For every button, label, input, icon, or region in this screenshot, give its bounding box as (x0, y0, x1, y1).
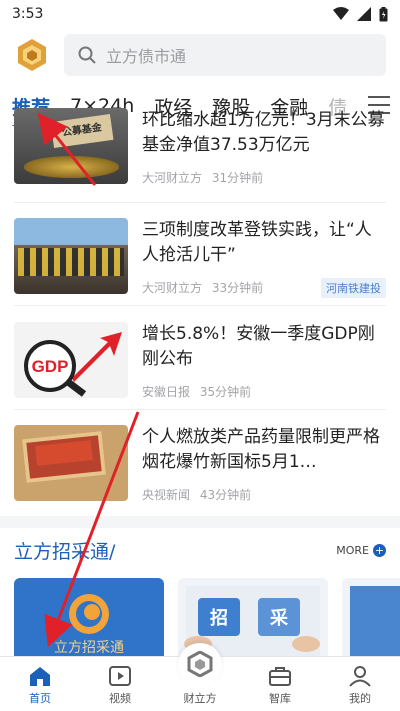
news-time: 43分钟前 (199, 488, 252, 502)
nav-think-tank[interactable]: 智库 (240, 657, 320, 711)
cailifang-bubble (178, 643, 222, 687)
more-button[interactable]: MORE + (336, 543, 386, 557)
app-screen: 3:53 立方债市通 推荐 7×24h 政经 豫股 金融 债 公募基金 (0, 0, 400, 711)
news-time: 35分钟前 (199, 385, 252, 399)
divider (14, 409, 386, 410)
news-title: 环比缩水超1万亿元！3月末公募基金净值37.53万亿元 (142, 110, 385, 155)
list-item[interactable]: 公募基金 环比缩水超1万亿元！3月末公募基金净值37.53万亿元 大河财立方 3… (14, 108, 386, 192)
search-input[interactable]: 立方债市通 (64, 34, 386, 76)
signal-icon (357, 7, 371, 21)
procurement-card[interactable]: 立方招采通 (14, 578, 164, 658)
procurement-logo-icon: 立方招采通 (22, 586, 156, 658)
procurement-card-label: 立方招采通 (54, 640, 124, 656)
plus-icon: + (373, 543, 386, 557)
news-meta: 安徽日报 35分钟前 (142, 383, 257, 400)
nav-home[interactable]: 首页 (0, 657, 80, 711)
divider (14, 305, 386, 306)
wifi-icon (333, 7, 349, 20)
app-logo-icon[interactable] (14, 37, 50, 73)
nav-think-tank-label: 智库 (269, 692, 291, 705)
fund-sign: 公募基金 (50, 113, 114, 149)
list-item[interactable]: 三项制度改革登铁实践，让“人人抢活儿干” 大河财立方 33分钟前 河南铁建投 (14, 218, 386, 302)
list-item[interactable]: 个人燃放类产品药量限制更严格 烟花爆竹新国标5月1… 央视新闻 43分钟前 (14, 425, 386, 509)
home-icon (30, 667, 50, 686)
battery-icon (379, 6, 388, 21)
list-item[interactable]: GDP 增长5.8%！安徽一季度GDP刚刚公布 安徽日报 35分钟前 (14, 322, 386, 406)
card-image (350, 586, 400, 658)
news-title: 增长5.8%！安徽一季度GDP刚刚公布 (142, 324, 375, 369)
nav-video-label: 视频 (109, 692, 131, 705)
header: 立方债市通 (0, 30, 400, 80)
divider (14, 202, 386, 203)
news-meta: 大河财立方 31分钟前 (142, 169, 269, 186)
search-icon (78, 46, 96, 64)
search-placeholder: 立方债市通 (106, 47, 187, 66)
news-thumbnail: 公募基金 (14, 108, 128, 184)
nav-video[interactable]: 视频 (80, 657, 160, 711)
news-meta: 央视新闻 43分钟前 (142, 486, 257, 503)
nav-profile[interactable]: 我的 (320, 657, 400, 711)
workers-row (18, 248, 124, 276)
status-bar: 3:53 (0, 0, 400, 28)
briefcase-icon (269, 667, 291, 686)
news-title: 个人燃放类产品药量限制更严格 烟花爆竹新国标5月1… (142, 427, 380, 472)
nav-profile-label: 我的 (349, 692, 371, 705)
more-label: MORE (336, 543, 369, 557)
puzzle-char-a: 招 (210, 607, 228, 629)
news-thumbnail (14, 218, 128, 294)
gdp-label: GDP (32, 357, 69, 376)
nav-cailifang[interactable]: 财立方 (160, 643, 240, 711)
coins-pile (24, 156, 119, 178)
status-icons (333, 6, 388, 22)
news-source: 大河财立方 (142, 171, 203, 185)
puzzle-char-b: 采 (269, 608, 289, 629)
video-icon (109, 666, 131, 686)
section-gap (0, 516, 400, 528)
news-meta: 大河财立方 33分钟前 (142, 279, 269, 296)
news-thumbnail (14, 425, 128, 501)
news-source: 大河财立方 (142, 281, 203, 295)
news-source: 安徽日报 (142, 385, 191, 399)
news-time: 31分钟前 (211, 171, 264, 185)
news-thumbnail: GDP (14, 322, 128, 398)
status-time: 3:53 (12, 6, 44, 22)
cailifang-logo-icon (187, 650, 213, 677)
bottom-nav: 首页 视频 财立方 智库 我的 (0, 643, 400, 711)
news-source: 央视新闻 (142, 488, 191, 502)
procurement-card[interactable] (342, 578, 400, 658)
user-icon (349, 666, 371, 687)
nav-cailifang-label: 财立方 (183, 692, 217, 705)
news-title: 三项制度改革登铁实践，让“人人抢活儿干” (142, 220, 372, 265)
nav-home-label: 首页 (29, 692, 51, 705)
procurement-section-header: 立方招采通/ MORE + (0, 532, 400, 568)
gdp-magnifier-icon: GDP (24, 332, 122, 397)
news-time: 33分钟前 (211, 281, 264, 295)
section-title: 立方招采通/ (14, 540, 116, 563)
news-tag[interactable]: 河南铁建投 (321, 278, 386, 298)
